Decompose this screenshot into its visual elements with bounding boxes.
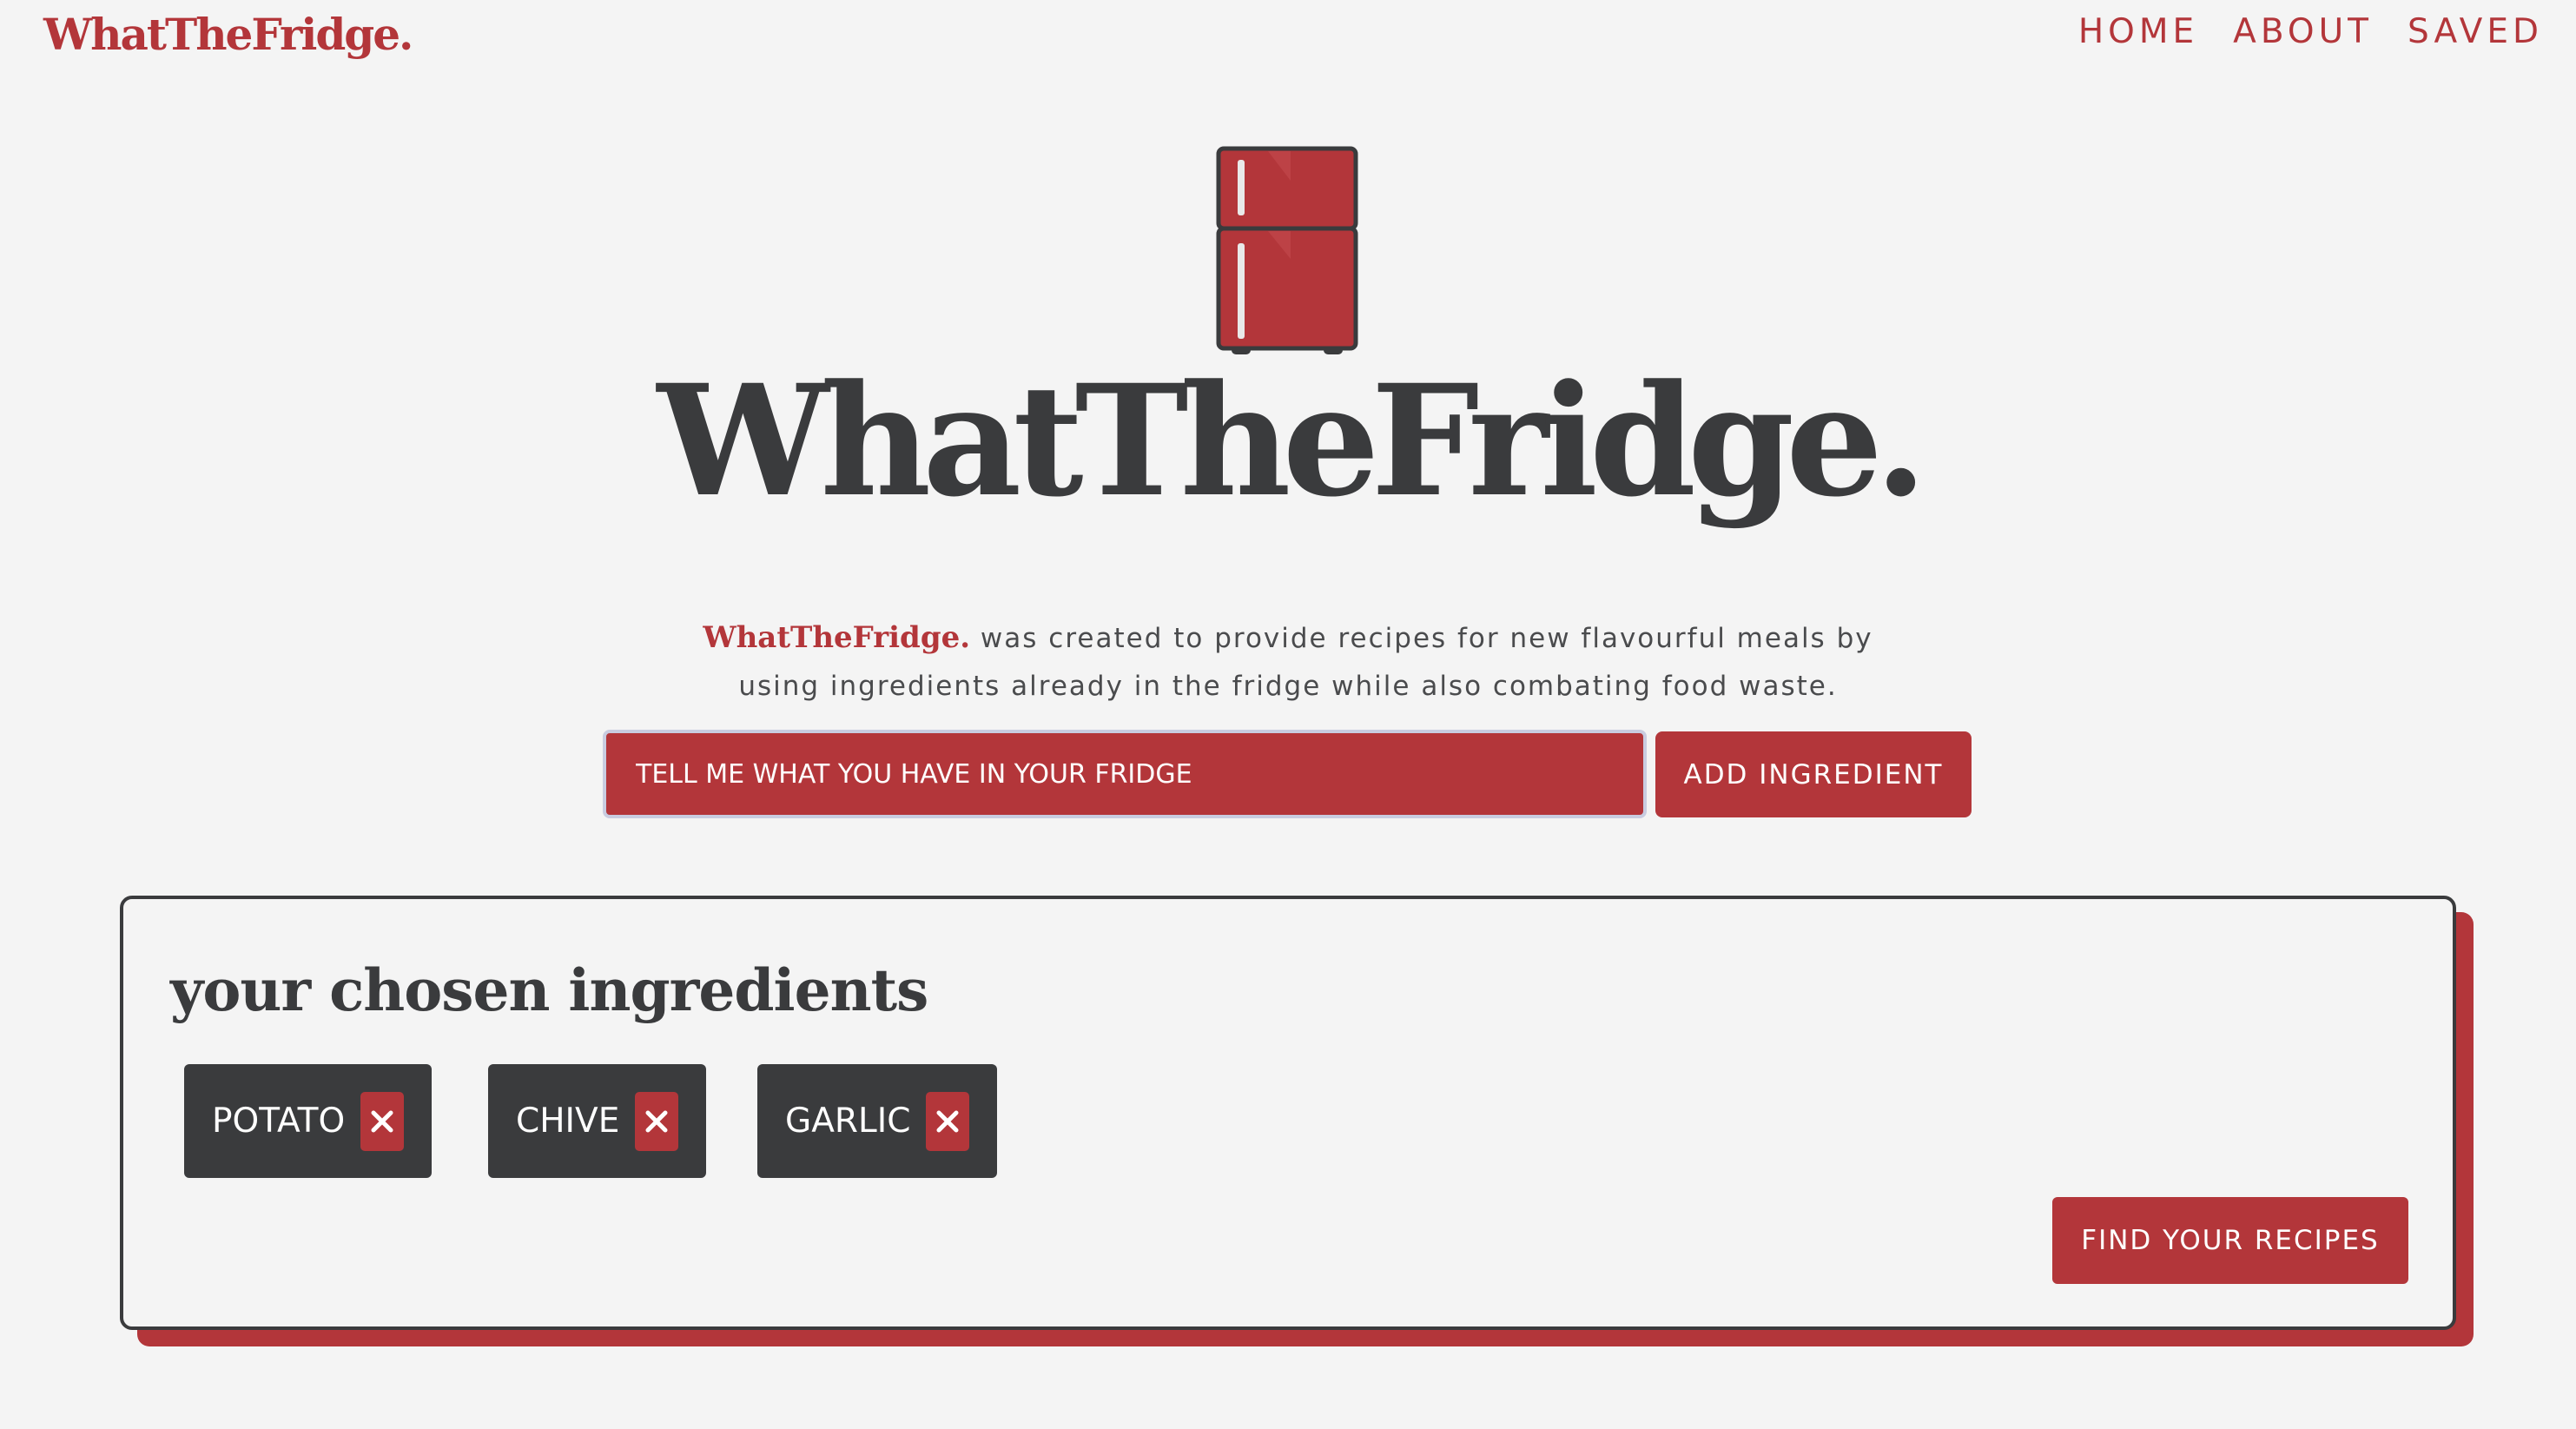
ingredient-chip-garlic: GARLIC [757, 1064, 998, 1178]
hero-title: WhatTheFridge. [657, 351, 1928, 531]
ingredient-chip-potato: POTATO [184, 1064, 433, 1178]
find-recipes-button[interactable]: FIND YOUR RECIPES [2052, 1197, 2408, 1284]
ingredient-chip-chive: CHIVE [488, 1064, 707, 1178]
nav-about-link[interactable]: ABOUT [2233, 12, 2373, 51]
ingredient-chip-label: CHIVE [516, 1102, 620, 1141]
add-ingredient-button[interactable]: ADD INGREDIENT [1655, 731, 1972, 817]
nav-saved-link[interactable]: SAVED [2408, 12, 2543, 51]
site-description: WhatTheFridge. was created to provide re… [680, 614, 1896, 711]
header-logo[interactable]: WhatTheFridge. [43, 9, 413, 60]
ingredient-chip-label: GARLIC [785, 1102, 911, 1141]
description-brand: WhatTheFridge. [703, 620, 971, 655]
close-icon[interactable] [926, 1091, 970, 1151]
main-nav: HOME ABOUT SAVED [2078, 12, 2543, 51]
panel-title: your chosen ingredients [170, 956, 928, 1024]
ingredient-chip-label: POTATO [212, 1102, 346, 1141]
fridge-icon [1216, 146, 1358, 354]
chosen-ingredients-panel: your chosen ingredients POTATO CHIVE GAR… [120, 896, 2456, 1330]
close-icon[interactable] [360, 1091, 405, 1151]
nav-home-link[interactable]: HOME [2078, 12, 2198, 51]
close-icon[interactable] [635, 1091, 679, 1151]
ingredient-input[interactable] [603, 730, 1647, 818]
